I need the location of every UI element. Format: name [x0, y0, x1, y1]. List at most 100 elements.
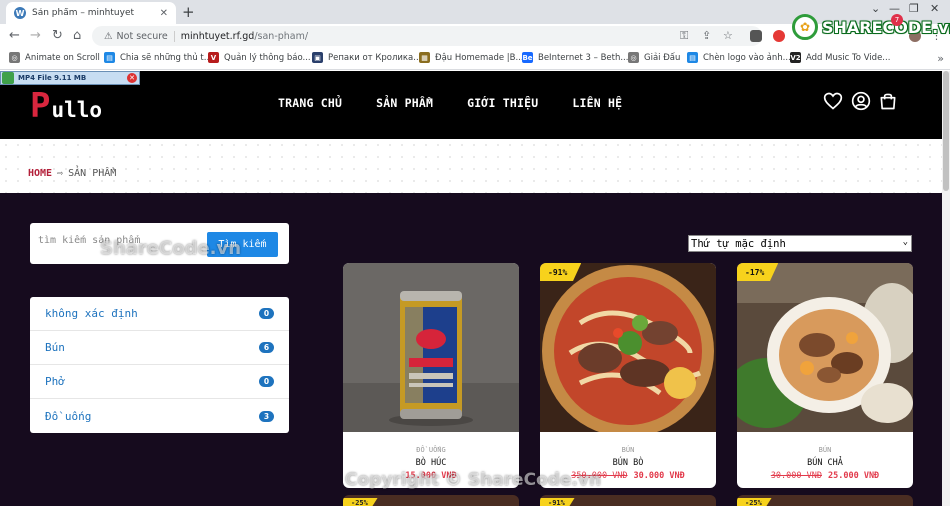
globe-icon: ◎	[628, 52, 639, 63]
bookmark-label: Add Music To Vide...	[806, 52, 891, 63]
product-name: BÚN CHẢ	[807, 458, 843, 468]
page-scrollbar[interactable]	[942, 71, 950, 506]
doc-icon: ▤	[104, 52, 115, 63]
sale-badge: -25%	[737, 497, 772, 506]
sharecode-logo-icon: ✿	[792, 14, 818, 40]
address-bar[interactable]: ⚠ Not secure minhtuyet.rf.gd/san-pham/	[92, 26, 762, 46]
v2-icon: V2	[790, 52, 801, 63]
reload-icon[interactable]: ↻	[52, 28, 63, 43]
sort-select[interactable]: Thứ tự mặc định ⌄	[688, 235, 912, 252]
not-secure-label: Not secure	[117, 30, 175, 42]
nav-item-contact[interactable]: LIÊN HỆ	[572, 96, 622, 110]
download-overlay[interactable]: MP4 File 9.11 MB ✕	[0, 71, 140, 85]
nav-item-products[interactable]: SẢN PHẨM	[376, 96, 433, 110]
bun-cha-image	[737, 263, 913, 432]
close-icon[interactable]: ✕	[127, 73, 137, 83]
breadcrumb-current: SẢN PHẨM	[68, 168, 117, 179]
product-price: 30.000 VNĐ 25.000 VNĐ	[737, 471, 913, 481]
category-count-badge: 3	[259, 410, 274, 422]
product-card[interactable]: -91% BÚN BÚN BÒ 350.000 VNĐ 30.000 VNĐ	[540, 263, 716, 488]
extension-icon[interactable]	[750, 30, 762, 42]
tab-title: Sản phẩm – minhtuyet	[32, 8, 135, 18]
bookmark-item[interactable]: ▤ Chia sẽ những thủ t...	[104, 52, 212, 63]
bun-bo-image	[540, 263, 716, 432]
category-item-bun[interactable]: Bún 6	[30, 331, 289, 365]
search-button[interactable]: Tìm kiếm	[207, 232, 278, 257]
url-host: minhtuyet.rf.gd	[180, 30, 255, 42]
product-price: 350.000 VNĐ 30.000 VNĐ	[540, 471, 716, 481]
breadcrumb: HOME ⇨ SẢN PHẨM	[28, 168, 116, 179]
product-card[interactable]: -91%	[540, 495, 716, 506]
product-new-price: 30.000 VNĐ	[633, 471, 685, 481]
share-icon[interactable]: ⇪	[702, 29, 711, 42]
more-bookmarks-icon[interactable]: »	[937, 52, 944, 65]
bookmark-label: Quản lý thông báo...	[224, 52, 311, 63]
heart-icon[interactable]	[823, 91, 843, 111]
product-card[interactable]: -25%	[737, 495, 913, 506]
category-name: Bún	[45, 341, 65, 354]
home-icon[interactable]: ⌂	[73, 28, 81, 43]
back-icon[interactable]: ←	[9, 28, 20, 43]
image-icon: ▦	[419, 52, 430, 63]
category-item-undefined[interactable]: không xác định 0	[30, 297, 289, 331]
download-label: MP4 File 9.11 MB	[18, 74, 87, 82]
main-nav: TRANG CHỦ SẢN PHẨM GIỚI THIỆU LIÊN HỆ	[278, 96, 622, 110]
bookmark-item[interactable]: Be BeInternet 3 – Beth...	[522, 52, 628, 63]
scrollbar-thumb[interactable]	[943, 71, 949, 191]
bookmark-label: Đậu Homemade |B...	[435, 52, 524, 63]
site-logo[interactable]: Pullo	[30, 86, 103, 126]
cart-count-badge: 7	[891, 14, 903, 26]
bookmark-label: Chia sẽ những thủ t...	[120, 52, 212, 63]
cart-icon[interactable]	[878, 91, 898, 111]
product-old-price: 350.000 VNĐ	[571, 471, 628, 481]
nav-item-home[interactable]: TRANG CHỦ	[278, 96, 342, 110]
close-tab-icon[interactable]: ✕	[160, 8, 168, 19]
globe-icon: ◎	[9, 52, 20, 63]
browser-tab[interactable]: W Sản phẩm – minhtuyet ✕	[6, 2, 176, 24]
product-card[interactable]: ĐỒ UỐNG BÒ HÚC 15.000 VNĐ	[343, 263, 519, 488]
product-name: BÚN BÒ	[612, 458, 644, 468]
bookmark-item[interactable]: ▤ Chèn logo vào ảnh...	[687, 52, 791, 63]
category-name: Đồ uống	[45, 409, 92, 423]
bookmark-item[interactable]: ▦ Đậu Homemade |B...	[419, 52, 524, 63]
product-new-price: 25.000 VNĐ	[828, 471, 880, 481]
be-icon: Be	[522, 52, 533, 63]
product-category: BÚN	[621, 446, 635, 454]
breadcrumb-arrow-icon: ⇨	[57, 168, 64, 179]
bookmark-item[interactable]: V2 Add Music To Vide...	[790, 52, 890, 63]
breadcrumb-home[interactable]: HOME	[28, 168, 52, 179]
bookmark-label: Giải Đấu	[644, 52, 681, 63]
bookmark-item[interactable]: ▣ Репаки от Кролика...	[312, 52, 421, 63]
category-item-drinks[interactable]: Đồ uống 3	[30, 399, 289, 433]
forward-icon[interactable]: →	[30, 28, 41, 43]
product-card[interactable]: -17% BÚN BÚN CHẢ 30.000 VNĐ 25.000 VNĐ	[737, 263, 913, 488]
bookmark-label: BeInternet 3 – Beth...	[538, 52, 629, 63]
product-name: BÒ HÚC	[415, 458, 447, 468]
new-tab-icon[interactable]: +	[182, 3, 195, 21]
product-card[interactable]: -25%	[343, 495, 519, 506]
chevron-down-icon: ⌄	[902, 237, 908, 247]
nav-item-about[interactable]: GIỚI THIỆU	[467, 96, 538, 110]
bookmark-item[interactable]: ◎ Giải Đấu	[628, 52, 680, 63]
bookmark-item[interactable]: ◎ Animate on Scroll	[9, 52, 100, 63]
logo-initial: P	[30, 86, 51, 126]
star-icon[interactable]: ☆	[723, 29, 733, 42]
category-count-badge: 0	[259, 376, 274, 387]
user-icon[interactable]	[851, 91, 871, 111]
bookmark-label: Animate on Scroll	[25, 52, 100, 63]
key-icon[interactable]: ⚿	[680, 29, 688, 43]
category-item-pho[interactable]: Phở 0	[30, 365, 289, 399]
category-count-badge: 6	[259, 342, 274, 353]
download-icon	[2, 72, 14, 84]
bookmark-item[interactable]: V Quản lý thông báo...	[208, 52, 311, 63]
product-new-price: 15.000 VNĐ	[405, 471, 457, 481]
search-input[interactable]	[38, 235, 188, 246]
category-count-badge: 0	[259, 308, 274, 319]
site-header: Pullo TRANG CHỦ SẢN PHẨM GIỚI THIỆU LIÊN…	[0, 71, 942, 139]
wordpress-icon: W	[14, 7, 26, 19]
logo-text: ullo	[51, 98, 103, 122]
breadcrumb-banner: HOME ⇨ SẢN PHẨM	[0, 139, 942, 193]
bookmark-label: Chèn logo vào ảnh...	[703, 52, 791, 63]
bookmarks-bar: » ◎ Animate on Scroll ▤ Chia sẽ những thủ t…	[0, 48, 950, 70]
adblock-icon[interactable]	[773, 30, 785, 42]
